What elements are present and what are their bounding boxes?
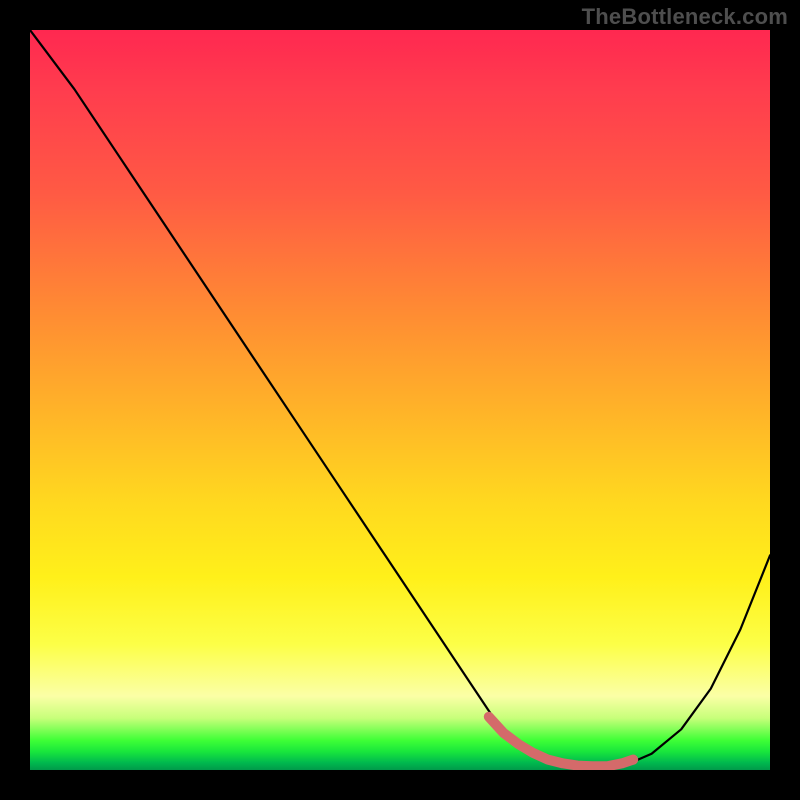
plot-area — [30, 30, 770, 770]
watermark-text: TheBottleneck.com — [582, 4, 788, 30]
chart-svg — [30, 30, 770, 770]
bottleneck-curve — [30, 30, 770, 766]
chart-frame: TheBottleneck.com — [0, 0, 800, 800]
optimal-range-highlight — [489, 717, 633, 767]
highlight-end-dot — [628, 755, 638, 765]
